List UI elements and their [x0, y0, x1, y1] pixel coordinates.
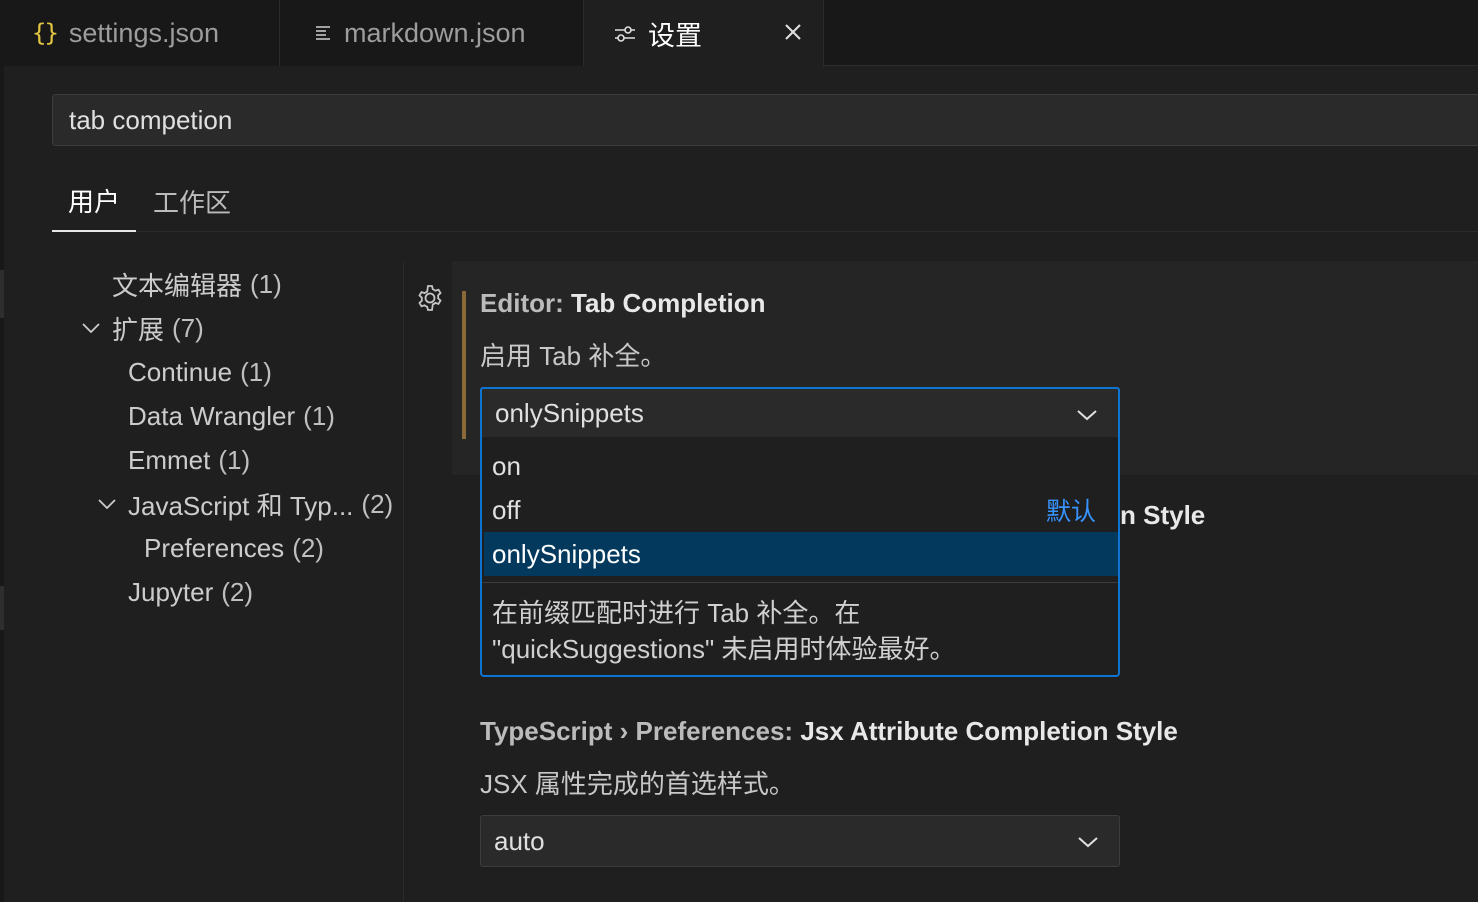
search-input[interactable]	[67, 103, 1478, 137]
gear-icon[interactable]	[414, 282, 446, 314]
toc-item-count: (1)	[303, 400, 335, 431]
setting-name: Jsx Attribute Completion Style	[800, 716, 1178, 746]
setting-category: TypeScript › Preferences:	[480, 716, 801, 746]
toc-item-preferences[interactable]: Preferences (2)	[144, 528, 324, 568]
toc-item-count: (7)	[172, 312, 204, 343]
option-on[interactable]: on	[484, 444, 1118, 488]
toc-item-jupyter[interactable]: Jupyter (2)	[128, 572, 253, 612]
toc-item-extensions[interactable]: 扩展 (7)	[112, 308, 204, 348]
tab-settings-json[interactable]: {} settings.json	[0, 0, 280, 66]
setting-category: Editor:	[480, 288, 571, 318]
toc-item-count: (2)	[292, 532, 324, 563]
chevron-down-icon[interactable]	[80, 317, 102, 339]
chevron-down-icon	[1074, 402, 1100, 428]
setting-name: Tab Completion	[571, 288, 766, 318]
toc-item-label: Emmet	[128, 444, 211, 475]
setting-title: Editor: Tab Completion	[480, 288, 766, 319]
toc-item-label: 文本编辑器	[112, 270, 243, 301]
option-label: onlySnippets	[492, 538, 641, 569]
toc-item-label: Data Wrangler	[128, 400, 296, 431]
setting-title: TypeScript › Preferences: Jsx Attribute …	[480, 716, 1178, 747]
settings-sliders-icon	[614, 24, 636, 44]
toc-item-data-wrangler[interactable]: Data Wrangler (1)	[128, 396, 335, 436]
editor-tab-bar: {} settings.json markdown.json 设置	[0, 0, 1478, 67]
select-value: auto	[494, 825, 545, 856]
toc-item-count: (2)	[221, 576, 254, 607]
tab-label: markdown.json	[344, 17, 526, 48]
setting-description: JSX 属性完成的首选样式。	[480, 769, 795, 799]
tab-workspace[interactable]: 工作区	[152, 170, 232, 232]
tab-label: 设置	[648, 21, 702, 51]
settings-scope-tabs: 用户 工作区	[52, 170, 1478, 232]
option-description: 在前缀匹配时进行 Tab 补全。在 "quickSuggestions" 未启用…	[482, 582, 1118, 676]
toc-item-label: Jupyter	[128, 576, 214, 607]
option-description-line: 在前缀匹配时进行 Tab 补全。在	[492, 598, 861, 628]
option-only-snippets[interactable]: onlySnippets	[484, 532, 1118, 576]
hidden-setting-title-tail: n Style	[1120, 500, 1206, 530]
close-icon[interactable]	[781, 16, 805, 48]
toc-item-label: Preferences	[144, 532, 285, 563]
jsx-attribute-style-select[interactable]: auto	[480, 815, 1120, 867]
braces-icon: {}	[32, 19, 59, 47]
tab-markdown-json[interactable]: markdown.json	[280, 0, 584, 66]
toc-item-label: 扩展	[112, 314, 165, 345]
default-badge: 默认	[1045, 498, 1096, 526]
tab-settings-editor[interactable]: 设置	[584, 0, 824, 67]
settings-search-box[interactable]	[52, 94, 1478, 146]
option-label: off	[492, 494, 521, 525]
toc-item-continue[interactable]: Continue (1)	[128, 352, 272, 392]
toc-item-label: JavaScript 和 Typ...	[128, 490, 354, 521]
option-description-line: "quickSuggestions" 未启用时体验最好。	[492, 634, 956, 664]
chevron-down-icon[interactable]	[96, 493, 118, 515]
toc-item-count: (1)	[218, 444, 251, 475]
lines-icon	[314, 24, 332, 42]
select-dropdown-list: on off 默认 onlySnippets 在前缀匹配时进行 Tab 补全。在…	[480, 437, 1120, 677]
option-off[interactable]: off 默认	[484, 488, 1118, 532]
select-value: onlySnippets	[495, 397, 644, 428]
chevron-down-icon	[1075, 829, 1101, 855]
toc-item-count: (2)	[361, 488, 394, 519]
tab-completion-select[interactable]: onlySnippets	[480, 387, 1120, 439]
toc-item-label: Continue	[128, 356, 233, 387]
setting-description: 启用 Tab 补全。	[480, 341, 667, 371]
toc-item-javascript-typescript[interactable]: JavaScript 和 Typ... (2)	[128, 484, 393, 524]
tab-user[interactable]: 用户	[52, 170, 136, 232]
toc-item-text-editor[interactable]: 文本编辑器 (1)	[112, 264, 282, 304]
modified-indicator	[462, 291, 466, 439]
toc-item-emmet[interactable]: Emmet (1)	[128, 440, 250, 480]
settings-toc: 文本编辑器 (1) 扩展 (7) Continue (1) Data Wrangler…	[0, 262, 404, 902]
tab-label: settings.json	[68, 17, 219, 48]
toc-item-count: (1)	[250, 268, 282, 299]
option-label: on	[492, 450, 521, 481]
toc-item-count: (1)	[240, 356, 272, 387]
